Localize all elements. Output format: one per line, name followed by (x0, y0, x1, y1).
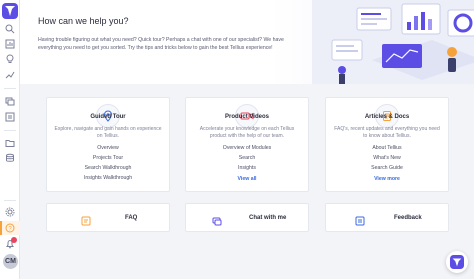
list-icon[interactable] (5, 112, 15, 122)
tellius-logo[interactable] (2, 3, 18, 19)
notification-badge (11, 237, 17, 243)
search-icon[interactable] (5, 24, 15, 34)
chat-icon (212, 213, 222, 226)
link-search[interactable]: Search (185, 155, 309, 161)
banner-illustration (312, 0, 474, 84)
view-all-link[interactable]: View all (185, 176, 309, 182)
product-videos-description: Accelerate your knowledge on each Telliu… (199, 126, 295, 139)
feedback-icon (355, 213, 365, 226)
sidebar-divider (4, 88, 16, 89)
insights-icon[interactable] (5, 54, 15, 64)
chat-label: Chat with me (249, 215, 287, 221)
settings-icon[interactable] (5, 207, 15, 217)
link-insights[interactable]: Insights (185, 165, 309, 171)
view-more-link[interactable]: View more (325, 176, 449, 182)
intro-text: Having trouble figuring out what you nee… (38, 37, 284, 51)
page-title: How can we help you? (38, 16, 129, 26)
link-whats-new[interactable]: What's New (325, 155, 449, 161)
layers-icon[interactable] (5, 96, 15, 106)
link-about-tellius[interactable]: About Tellius (325, 145, 449, 151)
sidebar-divider (4, 130, 16, 131)
tellius-chat-icon (450, 255, 464, 269)
product-videos-title: Product Videos (225, 114, 269, 120)
link-insights-walkthrough[interactable]: Insights Walkthrough (46, 175, 170, 181)
articles-docs-description: FAQ's, recent updates and everything you… (334, 126, 440, 139)
help-icon[interactable]: ? (5, 223, 15, 233)
database-icon[interactable] (5, 153, 15, 163)
trend-icon[interactable] (5, 70, 15, 80)
avatar[interactable]: CM (3, 254, 18, 269)
chat-card[interactable]: Chat with me (185, 203, 309, 232)
guided-tour-description: Explore, navigate and gain hands on expe… (54, 126, 162, 139)
dashboard-icon[interactable] (5, 39, 15, 49)
sidebar: ? CM (0, 0, 20, 279)
link-search-guide[interactable]: Search Guide (325, 165, 449, 171)
chat-launcher[interactable] (446, 251, 468, 273)
link-projects-tour[interactable]: Projects Tour (46, 155, 170, 161)
guided-tour-title: Guided Tour (90, 114, 126, 120)
faq-label: FAQ (125, 215, 138, 221)
folder-icon[interactable] (5, 138, 15, 148)
sidebar-divider (4, 200, 16, 201)
faq-card[interactable]: FAQ (46, 203, 170, 232)
faq-icon (81, 213, 91, 226)
feedback-card[interactable]: Feedback (325, 203, 449, 232)
link-overview-of-modules[interactable]: Overview of Modules (185, 145, 309, 151)
feedback-label: Feedback (394, 215, 422, 221)
link-search-walkthrough[interactable]: Search Walkthrough (46, 165, 170, 171)
articles-docs-title: Articles & Docs (364, 114, 410, 120)
link-overview[interactable]: Overview (46, 145, 170, 151)
